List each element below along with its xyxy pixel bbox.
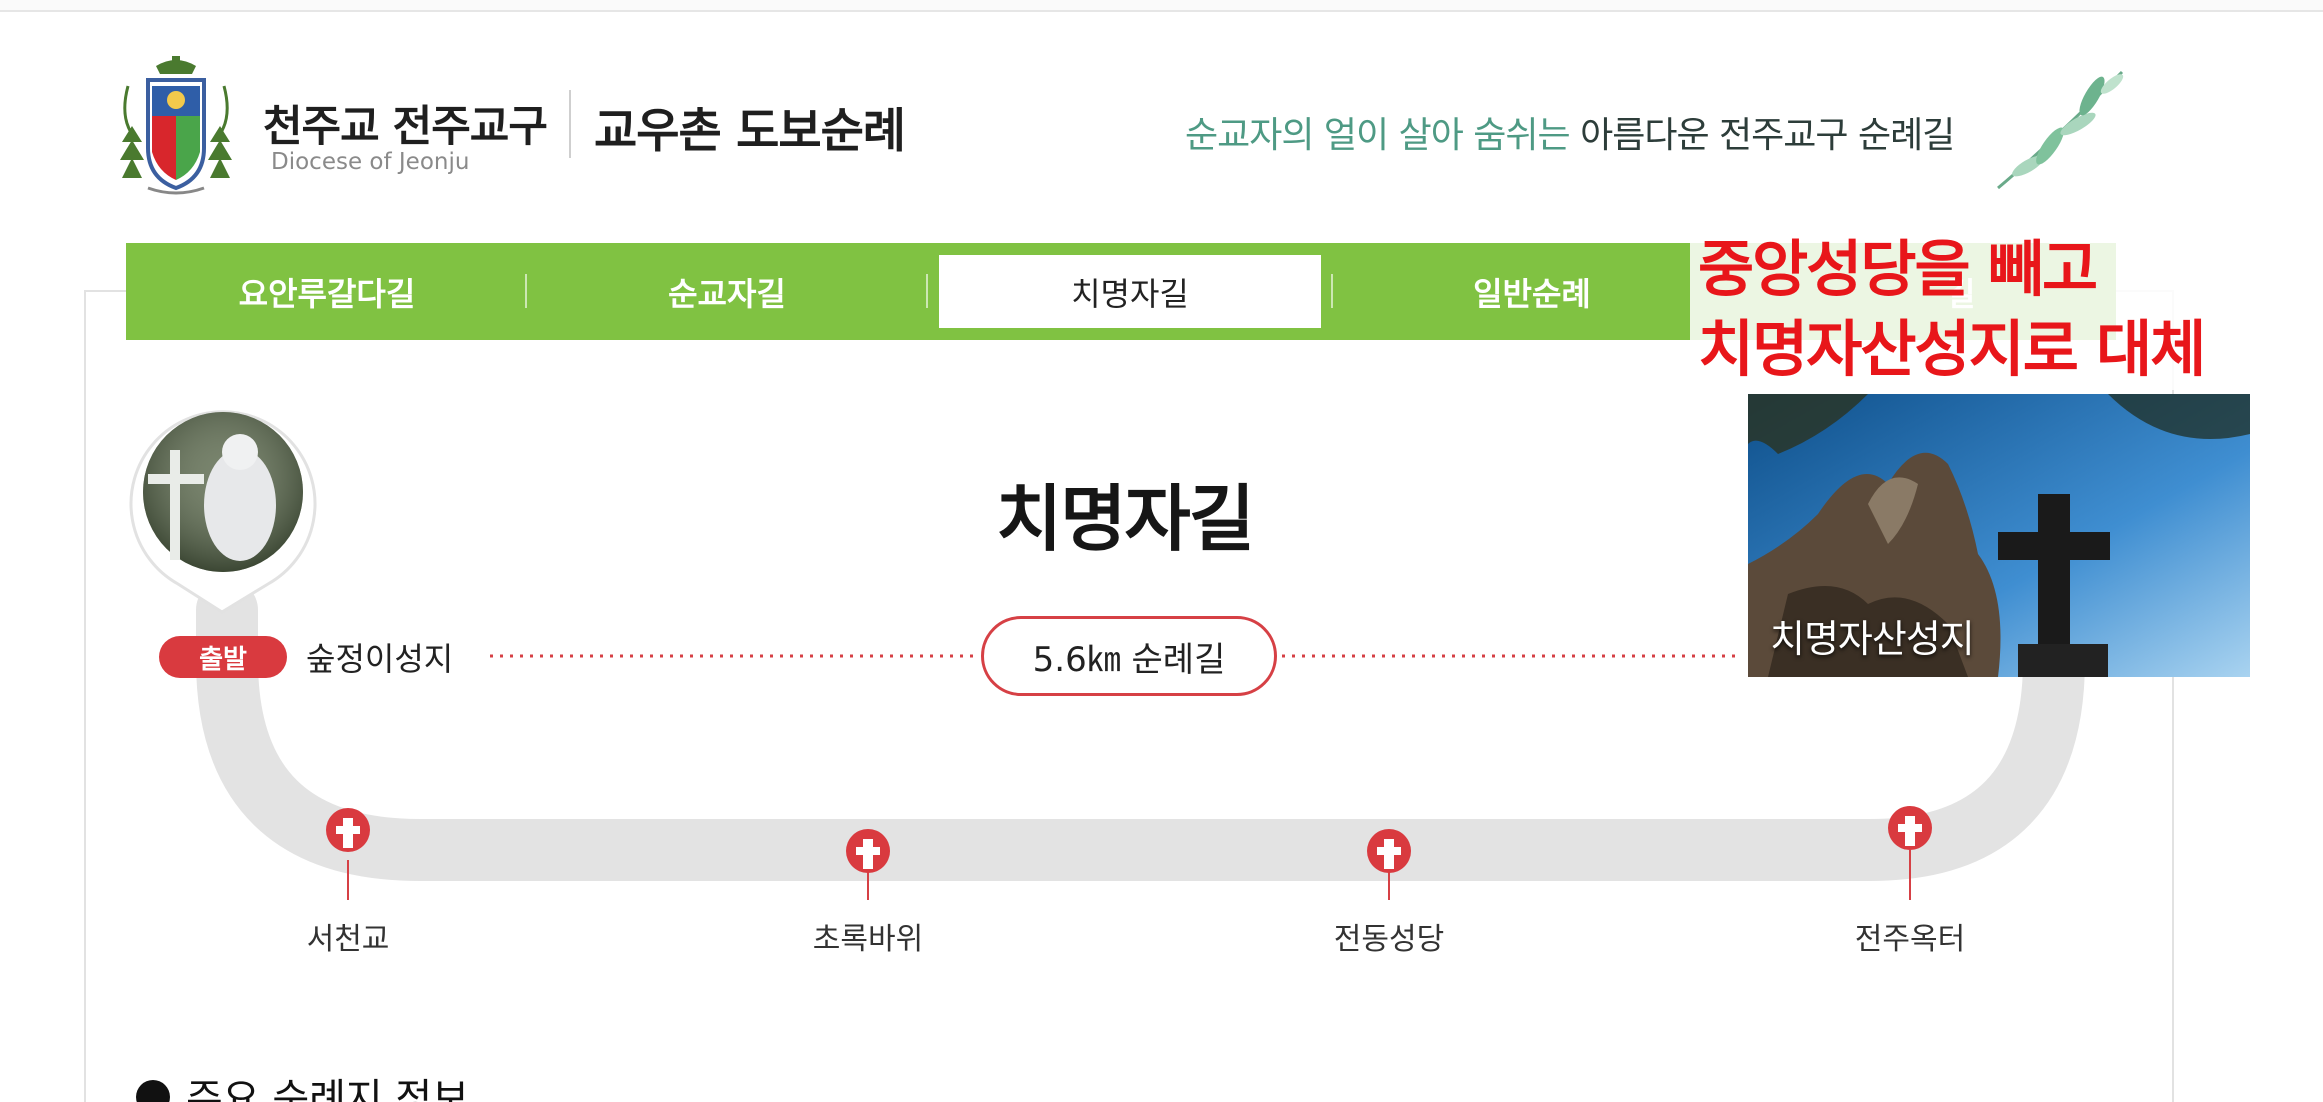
start-badge: 출발 [159, 636, 287, 678]
section-heading: 주요 순례지 정보 [136, 1066, 469, 1102]
destination-photo-caption: 치명자산성지 [1770, 617, 1975, 661]
destination-photo: 치명자산성지 [1748, 394, 2250, 677]
stop-marker-2 [846, 829, 890, 900]
start-photo-marker [129, 410, 317, 614]
stop-label-jeonju-prison-site[interactable]: 전주옥터 [1810, 914, 2010, 958]
annotation-line-2: 치명자산성지로 대체 [1690, 310, 2213, 390]
bullet-dot-icon [136, 1080, 170, 1102]
route-title: 치명자길 [996, 477, 1255, 561]
stop-marker-3 [1367, 829, 1411, 900]
start-location-label[interactable]: 숲정이성지 [306, 634, 453, 680]
annotation-line-1: 중앙성당을 빼고 [1690, 230, 2213, 310]
stop-label-jeondong-cathedral[interactable]: 전동성당 [1289, 914, 1489, 958]
edit-annotation: 중앙성당을 빼고 치명자산성지로 대체 [1690, 230, 2213, 390]
section-heading-text: 주요 순례지 정보 [186, 1076, 470, 1102]
distance-pill: 5.6㎞ 순례길 [981, 616, 1277, 696]
stop-label-seocheongyo[interactable]: 서천교 [248, 914, 448, 958]
stop-label-chorokbawi[interactable]: 초록바위 [768, 914, 968, 958]
